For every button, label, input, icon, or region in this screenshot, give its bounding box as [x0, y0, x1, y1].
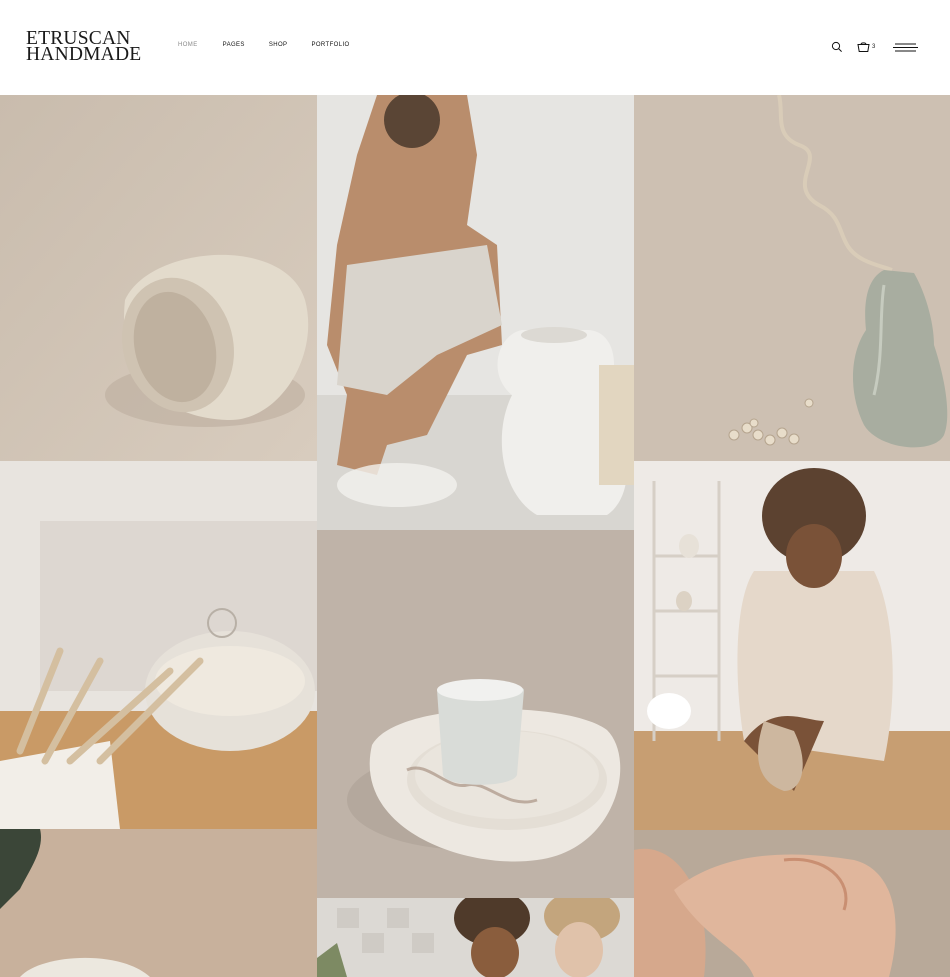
gallery-image-green-vase-with-branch[interactable]	[634, 95, 950, 461]
site-header: ETRUSCAN HANDMADE HOME PAGES SHOP PORTFO…	[0, 0, 950, 95]
nav-item-shop[interactable]: SHOP	[269, 42, 288, 48]
brand-logo-line2: HANDMADE	[26, 44, 142, 65]
gallery-image-pottery-tools[interactable]	[0, 461, 317, 829]
gallery-image-cup-and-plates[interactable]	[317, 530, 634, 898]
cup-plates-photo	[317, 530, 634, 898]
basket-icon	[857, 42, 870, 52]
nav-item-pages[interactable]: PAGES	[223, 42, 245, 48]
hamburger-icon[interactable]	[893, 43, 918, 52]
potter-photo	[634, 461, 950, 830]
search-icon[interactable]	[831, 41, 843, 53]
gallery-image-ceramic-bangle[interactable]	[0, 95, 317, 461]
plant-leaf-photo	[0, 829, 317, 977]
brand-logo[interactable]: ETRUSCAN HANDMADE	[26, 29, 150, 65]
gallery-image-potter-at-work[interactable]	[634, 461, 950, 830]
main-nav: HOME PAGES SHOP PORTFOLIO	[178, 42, 350, 48]
two-women-photo	[317, 898, 634, 977]
green-vase-photo	[634, 95, 950, 461]
pottery-tools-photo	[0, 461, 317, 829]
gallery-image-two-women-studio[interactable]	[317, 898, 634, 977]
woman-vase-photo	[317, 95, 634, 530]
nav-item-home[interactable]: HOME	[178, 42, 198, 48]
ceramic-bangle-photo	[0, 95, 317, 461]
gallery-image-woman-with-torso-vase[interactable]	[317, 95, 634, 530]
cart-count-badge: 3	[872, 44, 876, 50]
gallery-image-plant-leaf[interactable]	[0, 829, 317, 977]
hand-closeup-photo	[634, 830, 950, 977]
nav-item-portfolio[interactable]: PORTFOLIO	[311, 42, 349, 48]
gallery-image-hand-closeup[interactable]	[634, 830, 950, 977]
